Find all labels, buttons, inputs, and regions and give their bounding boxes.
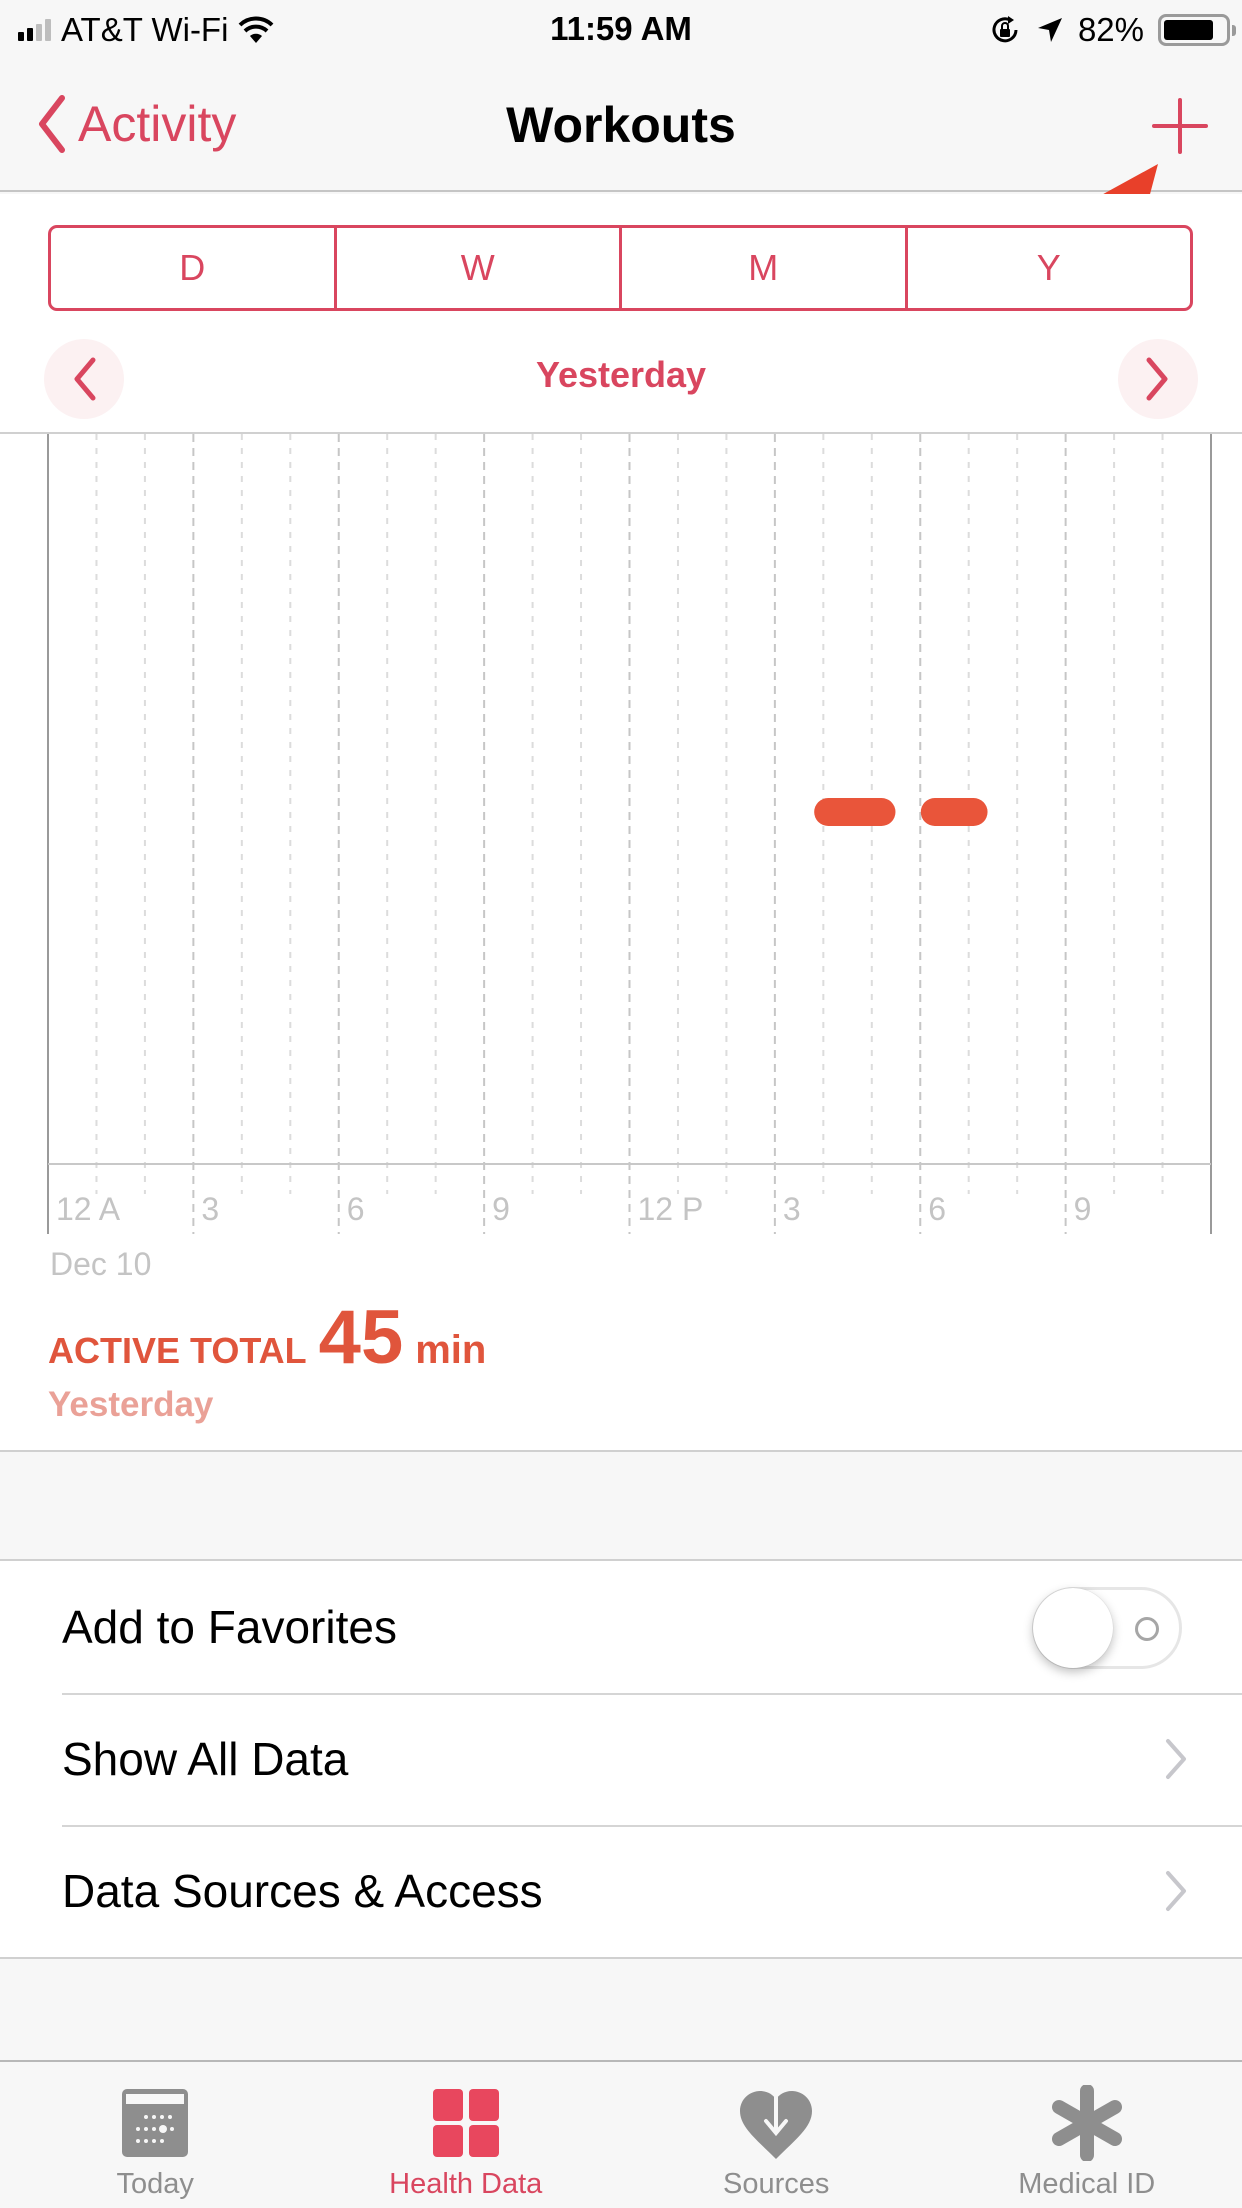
x-tick-label: 12 A (56, 1191, 121, 1227)
segment-year[interactable]: Y (904, 228, 1191, 308)
plus-icon (1152, 98, 1208, 154)
battery-icon (1158, 14, 1236, 46)
status-bar: AT&T Wi-Fi 11:59 AM 82% (0, 0, 1242, 60)
data-sources-access-label: Data Sources & Access (62, 1865, 543, 1917)
summary-label: ACTIVE TOTAL (48, 1330, 307, 1371)
content-card: D W M Y Yesterday 12 A 3 6 9 12 P369 Dec 10 … (0, 194, 1242, 1452)
tab-label: Today (116, 2168, 194, 2200)
tab-bar: Today Health Data Sources Medical ID (0, 2060, 1242, 2208)
x-tick-label: 6 (347, 1191, 365, 1227)
active-total-summary: ACTIVE TOTAL 45 min Yesterday (48, 1294, 486, 1425)
period-segmented-control: D W M Y (48, 225, 1193, 311)
tab-medical-id[interactable]: Medical ID (932, 2062, 1242, 2208)
x-tick-label: 9 (492, 1191, 510, 1227)
page-title: Workouts (506, 97, 736, 153)
segment-day[interactable]: D (51, 228, 334, 308)
favorites-toggle[interactable] (1032, 1587, 1182, 1669)
segment-month[interactable]: M (619, 228, 905, 308)
toggle-knob (1033, 1588, 1113, 1668)
show-all-data-row[interactable]: Show All Data (0, 1693, 1242, 1825)
x-tick-label: 3 (783, 1191, 801, 1227)
summary-period: Yesterday (48, 1385, 214, 1424)
chevron-right-icon (1146, 357, 1168, 401)
chart-date-caption: Dec 10 (50, 1246, 152, 1282)
summary-unit: min (415, 1328, 487, 1372)
workouts-chart[interactable]: 12 A 3 6 9 12 P 3 6 9 (0, 432, 1242, 1234)
add-to-favorites-row: Add to Favorites (0, 1561, 1242, 1693)
rotation-lock-icon (992, 16, 1018, 43)
add-to-favorites-label: Add to Favorites (62, 1601, 397, 1653)
x-tick-label: 9 (1074, 1191, 1092, 1227)
show-all-data-label: Show All Data (62, 1733, 349, 1785)
options-list: Add to Favorites Show All Data Data Sour… (0, 1559, 1242, 1959)
chevron-right-icon (1166, 1739, 1186, 1779)
x-tick-label: 12 P (638, 1191, 704, 1227)
tab-label: Sources (723, 2168, 830, 2200)
chevron-right-icon (1166, 1871, 1186, 1911)
next-date-button[interactable] (1118, 339, 1198, 419)
tab-today[interactable]: Today (0, 2062, 311, 2208)
navigation-bar: Activity Workouts (0, 60, 1242, 192)
heart-download-icon (740, 2085, 813, 2159)
tab-health-data[interactable]: Health Data (311, 2062, 622, 2208)
tab-sources[interactable]: Sources (621, 2062, 932, 2208)
chart-svg: 12 A 3 6 9 12 P 3 6 9 (47, 434, 1212, 1234)
segment-week[interactable]: W (333, 228, 620, 308)
location-icon (1037, 18, 1062, 42)
x-tick-label: 6 (928, 1191, 946, 1227)
battery-percent: 82% (1077, 11, 1144, 48)
asterisk-icon (1051, 2085, 1122, 2161)
data-sources-access-row[interactable]: Data Sources & Access (0, 1825, 1242, 1957)
add-workout-button[interactable] (1148, 94, 1212, 158)
calendar-icon (122, 2089, 189, 2157)
x-tick-label: 3 (201, 1191, 219, 1227)
summary-value: 45 (318, 1295, 404, 1380)
tab-label: Health Data (389, 2168, 543, 2200)
toggle-off-indicator (1135, 1617, 1159, 1641)
grid-icon (432, 2089, 499, 2157)
tab-label: Medical ID (1018, 2168, 1156, 2200)
date-label: Yesterday (535, 354, 707, 395)
date-navigator: Yesterday (0, 334, 1242, 420)
